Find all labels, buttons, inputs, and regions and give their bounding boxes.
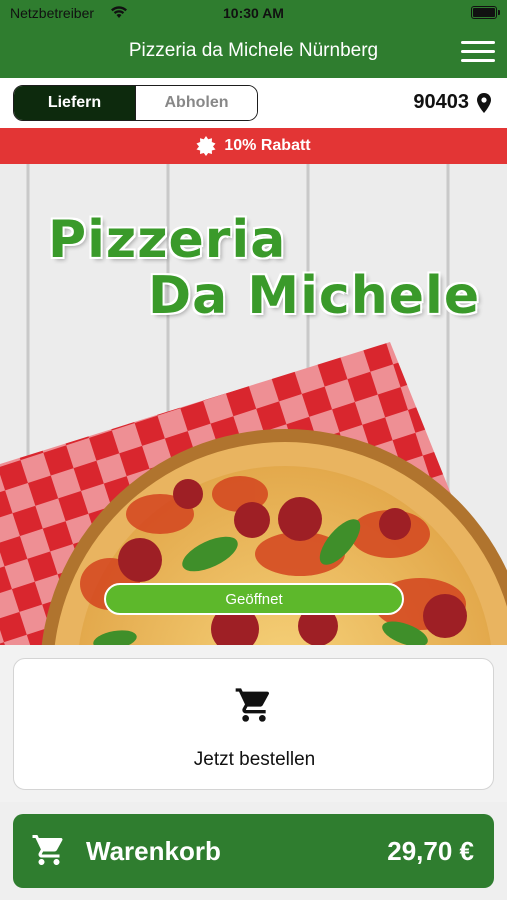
promo-banner[interactable]: 10% Rabatt xyxy=(0,128,507,164)
cart-button[interactable]: Warenkorb 29,70 € xyxy=(13,814,494,888)
cart-total: 29,70 € xyxy=(387,836,474,866)
order-now-label: Jetzt bestellen xyxy=(193,749,316,770)
promo-text: 10% Rabatt xyxy=(224,137,311,154)
hero-image: Pizzeria Da Michele Geöffnet xyxy=(0,164,507,645)
status-bar: Netzbetreiber 10:30 AM xyxy=(0,0,507,26)
open-status-badge: Geöffnet xyxy=(104,583,404,615)
logo-text: Pizzeria Da Michele xyxy=(48,212,480,324)
cart-label: Warenkorb xyxy=(86,836,221,866)
delivery-option-abholen[interactable]: Abholen xyxy=(135,86,257,120)
order-now-card[interactable]: Jetzt bestellen xyxy=(13,658,494,790)
location-pin-icon xyxy=(477,92,491,113)
shopping-cart-icon xyxy=(32,835,63,865)
logo-line-1: Pizzeria xyxy=(48,210,287,270)
logo-line-2: Da Michele xyxy=(148,266,481,326)
app-header: Pizzeria da Michele Nürnberg xyxy=(0,26,507,78)
page-title: Pizzeria da Michele Nürnberg xyxy=(128,40,379,61)
badge-icon xyxy=(196,136,216,156)
battery-tip xyxy=(498,10,500,15)
zip-selector[interactable]: 90403 xyxy=(413,91,491,114)
delivery-option-liefern[interactable]: Liefern xyxy=(14,86,135,120)
clock: 10:30 AM xyxy=(223,5,284,21)
delivery-mode-bar: Liefern Abholen 90403 xyxy=(0,78,507,128)
battery-icon xyxy=(471,6,497,19)
zip-code: 90403 xyxy=(413,91,469,113)
shopping-cart-icon xyxy=(235,688,270,722)
delivery-toggle: Liefern Abholen xyxy=(13,85,258,121)
hamburger-menu-icon[interactable] xyxy=(461,38,495,66)
